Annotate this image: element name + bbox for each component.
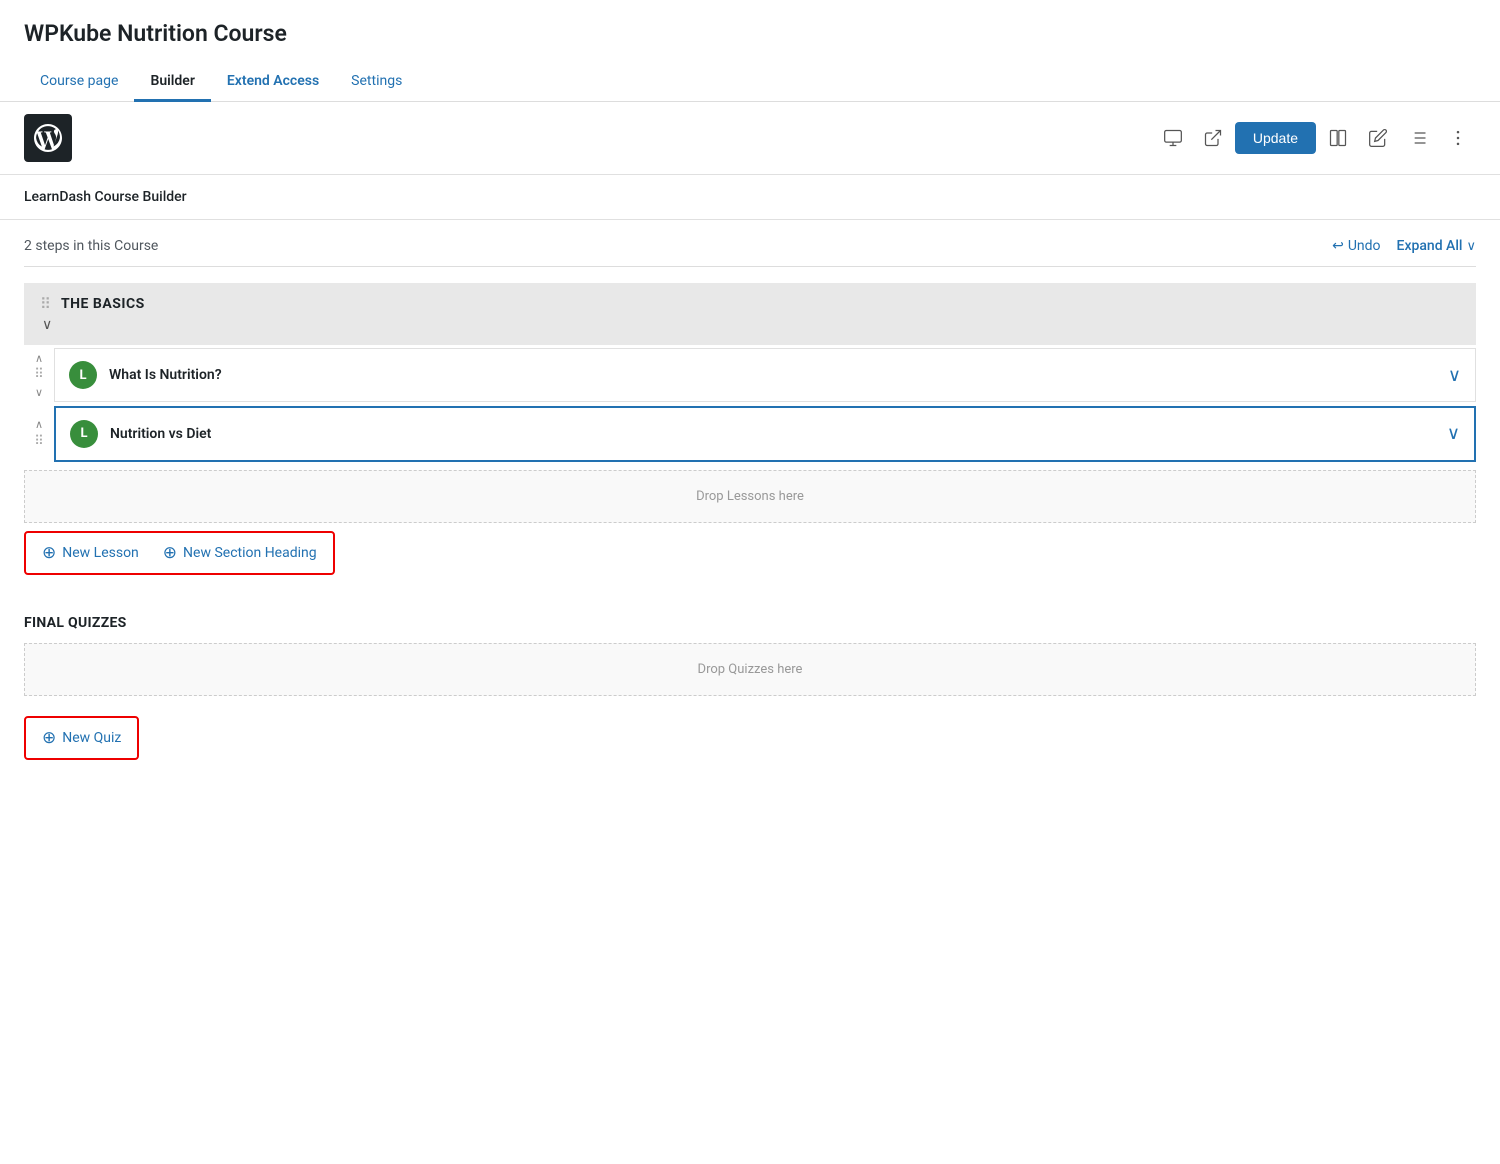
undo-button[interactable]: ↩ Undo	[1332, 238, 1380, 254]
builder-body: 2 steps in this Course ↩ Undo Expand All…	[0, 220, 1500, 784]
lesson-title: What Is Nutrition?	[109, 367, 1436, 383]
section-collapse-icon[interactable]: ∨	[42, 317, 52, 333]
drop-quizzes-text: Drop Quizzes here	[698, 662, 803, 677]
tab-extend-access[interactable]: Extend Access	[211, 63, 335, 102]
new-lesson-button[interactable]: ⊕ New Lesson	[42, 543, 139, 563]
desktop-icon	[1163, 128, 1183, 148]
drop-lessons-text: Drop Lessons here	[696, 489, 804, 504]
add-quiz-row: ⊕ New Quiz	[24, 716, 139, 760]
steps-meta: 2 steps in this Course ↩ Undo Expand All…	[24, 220, 1476, 267]
add-lesson-section-row: ⊕ New Lesson ⊕ New Section Heading	[24, 531, 335, 575]
section-title: THE BASICS	[61, 296, 1460, 312]
page-title: WPKube Nutrition Course	[24, 20, 1476, 47]
lesson-expand-chevron-icon[interactable]: ∨	[1448, 365, 1461, 386]
external-link-button[interactable]	[1195, 120, 1231, 156]
lesson2-up-arrow-icon[interactable]: ∧	[35, 417, 43, 432]
drop-lessons-zone: Drop Lessons here	[24, 470, 1476, 523]
steps-count: 2 steps in this Course	[24, 238, 158, 254]
builder-section-heading: LearnDash Course Builder	[0, 175, 1500, 220]
section-drag-handle-icon: ⠿	[40, 295, 51, 313]
lesson-what-is-nutrition: ∧ ⠿ ∨ L What Is Nutrition? ∨	[24, 347, 1476, 404]
more-options-button[interactable]	[1440, 120, 1476, 156]
edit-button[interactable]	[1360, 120, 1396, 156]
lesson2-drag-dots-icon: ⠿	[34, 433, 44, 451]
expand-label: Expand All	[1397, 238, 1463, 254]
steps-actions: ↩ Undo Expand All ∨	[1332, 238, 1476, 254]
edit-icon	[1368, 128, 1388, 148]
plus-circle-lesson-icon: ⊕	[42, 543, 56, 563]
new-section-heading-button[interactable]: ⊕ New Section Heading	[163, 543, 317, 563]
lesson-down-arrow-icon[interactable]: ∨	[35, 385, 43, 400]
wordpress-icon	[34, 124, 62, 152]
tab-course-page[interactable]: Course page	[24, 63, 134, 102]
new-quiz-label: New Quiz	[62, 730, 121, 746]
new-section-heading-label: New Section Heading	[183, 545, 317, 561]
toolbar-icons: Update	[1155, 120, 1476, 156]
lesson2-badge: L	[70, 420, 98, 448]
lesson-nutrition-vs-diet: ∧ ⠿ L Nutrition vs Diet ∨	[24, 406, 1476, 462]
final-quizzes-section: FINAL QUIZZES Drop Quizzes here ⊕ New Qu…	[24, 615, 1476, 760]
tabs-bar: Course page Builder Extend Access Settin…	[0, 63, 1500, 102]
tab-settings[interactable]: Settings	[335, 63, 418, 102]
undo-arrow-icon: ↩	[1332, 238, 1344, 254]
plus-circle-section-icon: ⊕	[163, 543, 177, 563]
list-button[interactable]	[1400, 120, 1436, 156]
update-button[interactable]: Update	[1235, 122, 1316, 154]
drop-quizzes-zone: Drop Quizzes here	[24, 643, 1476, 696]
section-the-basics: ⠿ THE BASICS ∨	[24, 283, 1476, 345]
lesson2-title: Nutrition vs Diet	[110, 426, 1435, 442]
lesson2-expand-chevron-icon[interactable]: ∨	[1447, 423, 1460, 444]
split-view-icon	[1328, 128, 1348, 148]
undo-label: Undo	[1348, 238, 1381, 254]
plus-circle-quiz-icon: ⊕	[42, 728, 56, 748]
expand-chevron-icon: ∨	[1466, 239, 1476, 254]
new-quiz-button[interactable]: ⊕ New Quiz	[42, 728, 121, 748]
list-icon	[1408, 128, 1428, 148]
wp-toolbar: Update	[0, 102, 1500, 175]
split-view-button[interactable]	[1320, 120, 1356, 156]
lesson-badge: L	[69, 361, 97, 389]
final-quizzes-title: FINAL QUIZZES	[24, 615, 1476, 631]
expand-all-button[interactable]: Expand All ∨	[1397, 238, 1476, 254]
desktop-view-button[interactable]	[1155, 120, 1191, 156]
more-options-icon	[1448, 128, 1468, 148]
lesson-up-arrow-icon[interactable]: ∧	[35, 351, 43, 366]
tab-builder[interactable]: Builder	[134, 63, 210, 102]
new-lesson-label: New Lesson	[62, 545, 139, 561]
external-link-icon	[1203, 128, 1223, 148]
wp-logo	[24, 114, 72, 162]
lesson-drag-dots-icon: ⠿	[34, 366, 44, 384]
